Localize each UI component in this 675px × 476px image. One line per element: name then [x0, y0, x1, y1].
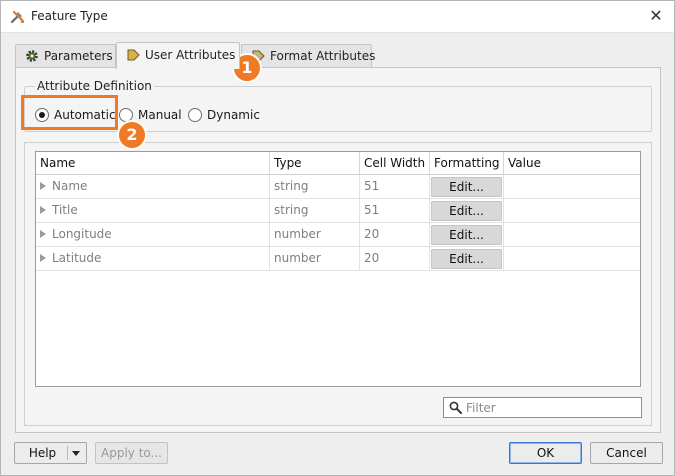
expand-arrow-icon[interactable]: [40, 254, 46, 262]
attributes-table-frame: Name Type Cell Width Formatting Value Na…: [24, 142, 652, 426]
cell-name: Longitude: [36, 223, 270, 247]
table-row[interactable]: Latitude number 20 Edit...: [36, 247, 640, 271]
table-row[interactable]: Name string 51 Edit...: [36, 175, 640, 199]
edit-button[interactable]: Edit...: [431, 201, 502, 221]
title-bar: Feature Type ✕: [1, 1, 674, 33]
cell-name-text: Name: [52, 179, 88, 193]
expand-arrow-icon[interactable]: [40, 182, 46, 190]
dropdown-separator: [67, 446, 68, 460]
help-button[interactable]: Help: [14, 442, 87, 464]
cell-type: string: [270, 175, 360, 199]
close-button[interactable]: ✕: [646, 6, 666, 26]
help-button-label: Help: [28, 446, 57, 460]
cell-name-text: Title: [52, 203, 78, 217]
filter-input[interactable]: [466, 399, 636, 416]
cell-value[interactable]: [504, 199, 640, 223]
filter-field[interactable]: [443, 397, 642, 418]
cell-name-text: Latitude: [52, 251, 102, 265]
tab-label: User Attributes: [145, 48, 236, 62]
edit-button[interactable]: Edit...: [431, 177, 502, 197]
edit-button[interactable]: Edit...: [431, 249, 502, 269]
column-header-cell-width[interactable]: Cell Width: [360, 152, 430, 175]
cell-value[interactable]: [504, 247, 640, 271]
table-row[interactable]: Title string 51 Edit...: [36, 199, 640, 223]
cell-width: 51: [360, 199, 430, 223]
cell-name: Title: [36, 199, 270, 223]
cell-width: 20: [360, 247, 430, 271]
attributes-table: Name Type Cell Width Formatting Value Na…: [35, 151, 641, 387]
radio-label: Dynamic: [207, 108, 260, 122]
apply-to-button[interactable]: Apply to...: [95, 442, 168, 464]
cell-type: number: [270, 247, 360, 271]
cell-formatting: Edit...: [430, 247, 504, 271]
table-row[interactable]: Longitude number 20 Edit...: [36, 223, 640, 247]
cell-value[interactable]: [504, 175, 640, 199]
tools-icon: [10, 10, 25, 24]
group-legend: Attribute Definition: [35, 79, 154, 93]
radio-label: Manual: [138, 108, 182, 122]
table-header: Name Type Cell Width Formatting Value: [36, 152, 640, 175]
cell-name-text: Longitude: [52, 227, 112, 241]
chevron-down-icon: [72, 451, 80, 456]
feature-type-dialog: Feature Type ✕ Parameters User Attribute…: [0, 0, 675, 476]
tab-label: Parameters: [44, 49, 113, 63]
cell-formatting: Edit...: [430, 199, 504, 223]
cell-name: Latitude: [36, 247, 270, 271]
close-icon: ✕: [649, 6, 663, 25]
cell-type: number: [270, 223, 360, 247]
gear-icon: [26, 50, 38, 62]
column-header-formatting[interactable]: Formatting: [430, 152, 504, 175]
cell-formatting: Edit...: [430, 175, 504, 199]
cell-type: string: [270, 199, 360, 223]
expand-arrow-icon[interactable]: [40, 206, 46, 214]
radio-circle: [188, 108, 202, 122]
arrow-tag-icon: [127, 49, 140, 61]
search-icon: [449, 401, 462, 414]
window-title: Feature Type: [31, 9, 108, 23]
cell-value[interactable]: [504, 223, 640, 247]
cancel-button[interactable]: Cancel: [590, 442, 663, 464]
annotation-badge-2: 2: [117, 120, 147, 150]
edit-button[interactable]: Edit...: [431, 225, 502, 245]
tab-user-attributes[interactable]: User Attributes: [116, 42, 240, 69]
column-header-value[interactable]: Value: [504, 152, 640, 175]
attribute-definition-group: Attribute Definition Automatic Manual Dy…: [24, 79, 652, 132]
annotation-highlight-box: [21, 95, 118, 130]
tab-parameters[interactable]: Parameters: [15, 44, 116, 68]
cell-name: Name: [36, 175, 270, 199]
ok-button[interactable]: OK: [509, 442, 582, 464]
column-header-type[interactable]: Type: [270, 152, 360, 175]
cell-width: 20: [360, 223, 430, 247]
expand-arrow-icon[interactable]: [40, 230, 46, 238]
column-header-name[interactable]: Name: [36, 152, 270, 175]
cell-formatting: Edit...: [430, 223, 504, 247]
cell-width: 51: [360, 175, 430, 199]
tab-label: Format Attributes: [270, 49, 376, 63]
